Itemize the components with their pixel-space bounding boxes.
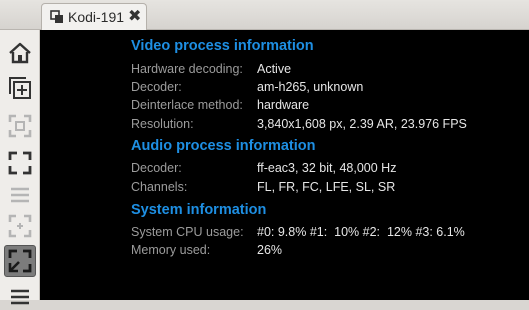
audio-decoder-label: Decoder: [131,161,182,175]
title-bar: Kodi-191 ✖ [0,0,529,30]
fullscreen-dim-icon [8,114,32,138]
deinterlace-value: hardware [257,98,310,112]
audio-section-title: Audio process information [131,138,316,154]
menu-icon [11,289,29,305]
menu-button[interactable] [7,284,33,310]
player-info-overlay: Video process information Hardware decod… [40,30,529,300]
memory-used-value: 26% [257,243,283,257]
resolution-label: Resolution: [131,117,194,131]
scale-active-icon [8,249,32,273]
tab-close-icon[interactable]: ✖ [128,6,141,25]
system-section-title: System information [131,202,267,218]
fullscreen-button[interactable] [7,150,33,176]
window-tab-icon [50,10,64,24]
add-window-icon [9,77,31,99]
scale-dim-button[interactable] [7,213,33,239]
channels-label: Channels: [131,180,188,194]
memory-used-label: Memory used: [131,243,211,257]
audio-decoder-value: ff-eac3, 32 bit, 48,000 Hz [257,161,397,175]
cpu-usage-value: #0: 9.8% #1: 10% #2: 12% #3: 6.1% [257,225,465,239]
menu-dim-icon [11,187,29,203]
scale-active-button[interactable] [4,245,36,277]
hardware-decoding-value: Active [257,62,292,76]
fullscreen-icon [8,151,32,175]
hardware-decoding-label: Hardware decoding: [131,62,243,76]
left-toolbar [0,30,40,305]
home-icon [9,42,31,64]
scale-dim-icon [8,214,32,238]
cpu-usage-label: System CPU usage: [131,225,244,239]
resolution-value: 3,840x1,608 px, 2.39 AR, 23.976 FPS [257,117,467,131]
video-section-title: Video process information [131,38,314,54]
deinterlace-label: Deinterlace method: [131,98,243,112]
menu-dim-button[interactable] [7,182,33,208]
channels-value: FL, FR, FC, LFE, SL, SR [257,180,396,194]
add-window-button[interactable] [7,75,33,101]
fullscreen-dim-button[interactable] [7,113,33,139]
home-button[interactable] [7,40,33,66]
video-decoder-label: Decoder: [131,80,182,94]
tab-title: Kodi-191 [68,9,125,25]
tab-kodi[interactable]: Kodi-191 ✖ [41,3,147,30]
video-decoder-value: am-h265, unknown [257,80,364,94]
